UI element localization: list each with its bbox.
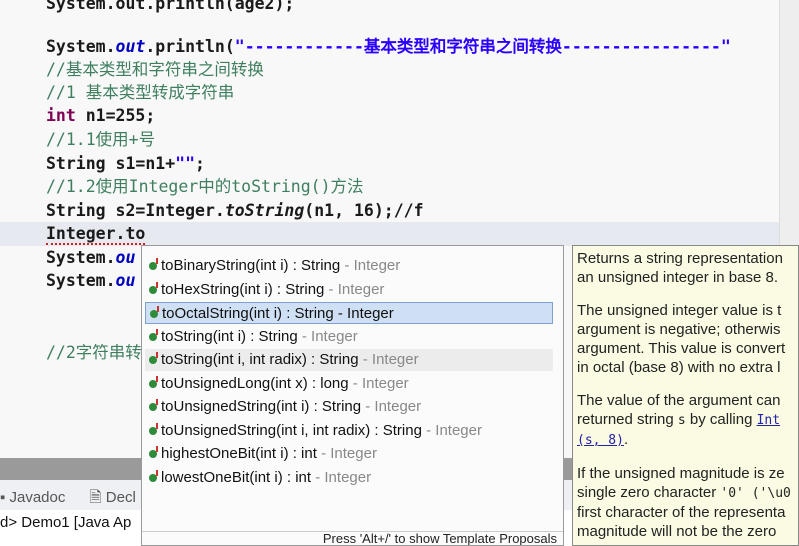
proposal-class: - Integer <box>421 421 482 439</box>
doc-text: . <box>623 431 629 448</box>
proposal-item[interactable]: toOctalString(int i) : String - Integer <box>145 302 553 324</box>
doc-text: by calling <box>685 411 757 428</box>
code-keyword: int <box>46 106 76 125</box>
public-method-icon <box>149 446 158 458</box>
code-line: String s1=n1+""; <box>46 152 205 175</box>
code-token: ou <box>115 248 136 267</box>
proposal-signature: highestOneBit(int i) : int <box>161 445 317 462</box>
proposal-class: - Integer <box>348 374 409 392</box>
doc-text: returned string <box>577 411 678 428</box>
doc-text: in octal (base 8) with no extra l <box>577 359 781 376</box>
code-token: String s2=Integer. <box>46 201 225 220</box>
code-line: int n1=255; <box>46 104 155 127</box>
code-line: System.ou <box>46 269 135 292</box>
code-token: n1=255; <box>75 106 156 125</box>
code-token: Integer.to <box>46 224 146 245</box>
proposal-item[interactable]: toUnsignedLong(int x) : long - Integer <box>145 373 553 395</box>
doc-text: an unsigned integer in base 8. <box>577 269 778 286</box>
proposal-item[interactable]: lowestOneBit(int i) : int - Integer <box>145 467 553 489</box>
proposal-signature: toString(int i, int radix) : String <box>161 351 359 368</box>
public-method-icon <box>149 375 158 388</box>
code-token: System. <box>46 271 116 290</box>
proposal-signature: toOctalString(int i) : String - Integer <box>162 305 394 322</box>
proposal-item[interactable]: toUnsignedString(int i) : String - Integ… <box>145 396 553 418</box>
code-line: System.out.println("------------基本类型和字符串… <box>46 35 731 58</box>
code-line: String s2=Integer.toString(n1, 16);//f <box>46 199 424 222</box>
code-token: toString <box>224 201 305 220</box>
code-token: System. <box>46 248 116 267</box>
doc-link[interactable]: Int <box>757 413 780 428</box>
code-comment: //1 基本类型转成字符串 <box>46 83 235 102</box>
tab-javadoc[interactable]: ▪ Javadoc <box>0 489 75 506</box>
public-method-icon <box>150 306 159 318</box>
doc-text: magnitude will not be the zero <box>577 523 777 540</box>
proposal-signature: toUnsignedLong(int x) : long <box>161 374 349 392</box>
public-method-icon <box>149 328 158 341</box>
proposal-item[interactable]: highestOneBit(int i) : int - Integer <box>145 443 553 465</box>
doc-link[interactable]: (s, 8) <box>577 433 624 448</box>
proposal-class: - Integer <box>324 280 385 298</box>
code-token: ou <box>115 271 136 290</box>
doc-text: argument is negative; otherwis <box>577 321 781 338</box>
code-comment: //基本类型和字符串之间转换 <box>46 60 264 79</box>
code-token: .println( <box>145 37 235 56</box>
public-method-icon <box>149 352 158 364</box>
public-method-icon <box>149 281 158 294</box>
code-line: System.out.println(age2); <box>46 0 295 13</box>
code-line: System.ou <box>46 246 135 269</box>
proposal-signature: toHexString(int i) : String <box>161 280 325 298</box>
code-comment: //1.2使用Integer中的toString()方法 <box>46 177 364 196</box>
doc-text: The value of the argument can <box>577 392 781 409</box>
proposal-class: - Integer <box>311 468 372 486</box>
doc-text: first character of the representa <box>577 504 786 521</box>
code-line-current[interactable]: Integer.to <box>46 222 146 245</box>
doc-text: The unsigned integer value is t <box>577 302 782 319</box>
proposal-signature: toBinaryString(int i) : String <box>161 257 341 274</box>
public-method-icon <box>149 422 158 435</box>
proposal-class: - Integer <box>316 445 377 462</box>
javadoc-hover: Returns a string representation an unsign… <box>572 245 799 546</box>
proposal-item[interactable]: toString(int i) : String - Integer <box>145 326 553 348</box>
proposal-item[interactable]: toUnsignedString(int i, int radix) : Str… <box>145 420 553 442</box>
doc-text: Returns a string representation <box>577 250 783 267</box>
public-method-icon <box>149 399 158 411</box>
doc-text: If the unsigned magnitude is ze <box>577 465 785 482</box>
proposal-signature: toString(int i) : String <box>161 327 298 345</box>
code-string: "------------基本类型和字符串之间转换---------------… <box>234 37 731 56</box>
code-comment: //1.1使用+号 <box>46 130 156 149</box>
proposal-item[interactable]: toString(int i, int radix) : String - In… <box>145 349 553 371</box>
public-method-icon <box>149 258 158 270</box>
tab-declaration[interactable]: 🗎 Decl <box>90 489 146 506</box>
proposal-class: - Integer <box>361 398 422 415</box>
proposal-signature: lowestOneBit(int i) : int <box>161 468 312 486</box>
template-proposals-hint: Press 'Alt+/' to show Template Proposals <box>142 531 563 545</box>
code-comment: //2字符串转 <box>46 343 142 362</box>
doc-code: '0' ('\u0 <box>720 486 791 501</box>
proposal-class: - Integer <box>340 257 401 274</box>
doc-text: argument. This value is convert <box>577 340 786 357</box>
content-assist-popup[interactable]: toBinaryString(int i) : String - Integer… <box>141 245 564 546</box>
proposal-class: - Integer <box>358 351 419 368</box>
code-token: String s1=n1+ <box>46 154 176 173</box>
proposal-signature: toUnsignedString(int i, int radix) : Str… <box>161 421 422 439</box>
proposal-class: - Integer <box>297 327 358 345</box>
code-string: "" <box>175 154 196 173</box>
code-token: ; <box>195 154 205 173</box>
code-token: (n1, 16);//f <box>304 201 424 220</box>
doc-text: single zero character <box>577 484 721 501</box>
tab-label: Decl <box>105 489 136 506</box>
proposal-item[interactable]: toBinaryString(int i) : String - Integer <box>145 255 553 277</box>
code-token: out <box>115 37 146 56</box>
proposal-item[interactable]: toHexString(int i) : String - Integer <box>145 279 553 301</box>
code-token: System. <box>46 37 116 56</box>
proposal-signature: toUnsignedString(int i) : String <box>161 398 362 415</box>
tab-label: Javadoc <box>9 489 66 506</box>
doc-code: s <box>677 413 686 428</box>
public-method-icon <box>149 469 158 482</box>
